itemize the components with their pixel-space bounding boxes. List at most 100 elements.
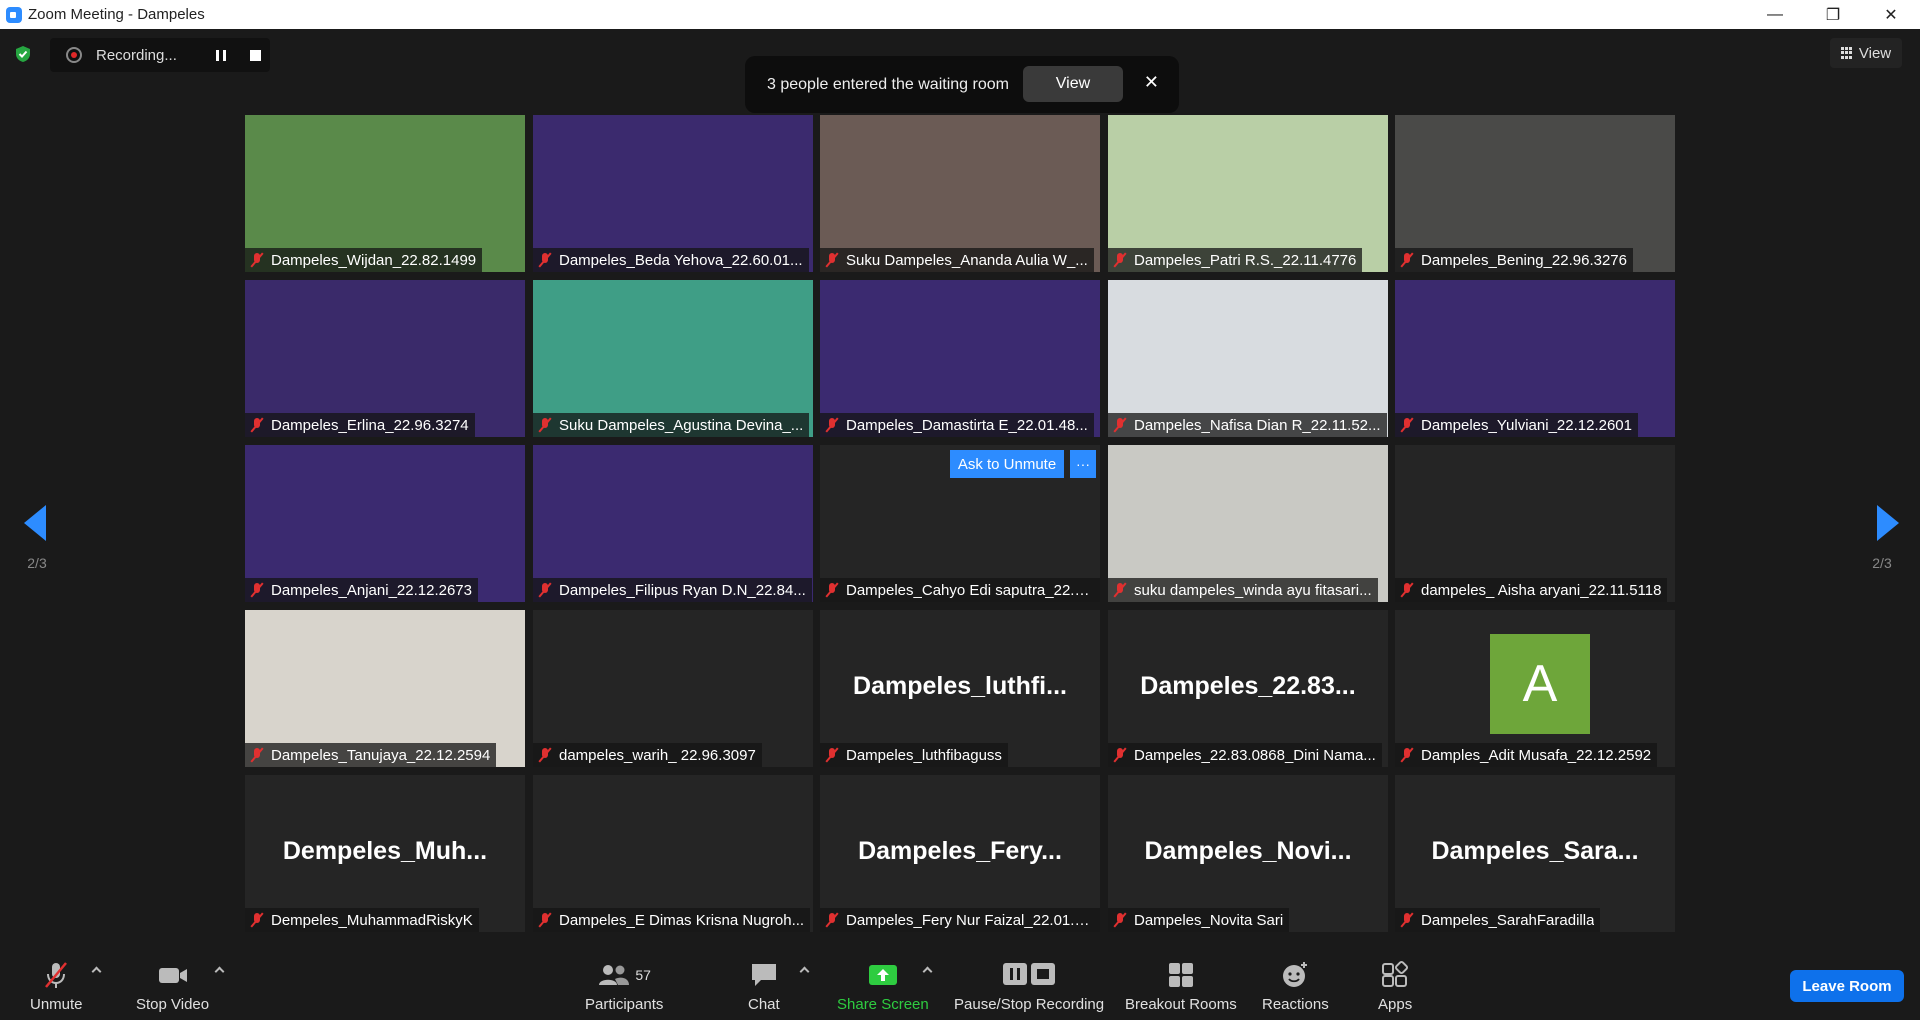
minimize-button[interactable]: — (1746, 0, 1804, 29)
share-screen-button[interactable]: Share Screen (837, 960, 929, 1013)
participant-tile[interactable]: Dampeles_Beda Yehova_22.60.01... (533, 115, 813, 272)
leave-room-button[interactable]: Leave Room (1790, 970, 1904, 1002)
participant-name: dampeles_ Aisha aryani_22.11.5118 (1421, 581, 1662, 599)
participant-tile[interactable]: Dampeles_Yulviani_22.12.2601 (1395, 280, 1675, 437)
participant-display-name: Dampeles_22.83... (1140, 672, 1356, 700)
participant-name: Dampeles_luthfibaguss (846, 746, 1002, 764)
participant-name-tag: dampeles_ Aisha aryani_22.11.5118 (1395, 578, 1668, 602)
apps-button[interactable]: Apps (1378, 960, 1412, 1013)
muted-mic-icon (824, 582, 840, 598)
participant-tile[interactable]: Dampeles_Novi... Dampeles_Novita Sari (1108, 775, 1388, 932)
stop-video-label: Stop Video (136, 996, 210, 1013)
muted-mic-icon (537, 252, 553, 268)
restore-button[interactable]: ❐ (1804, 0, 1862, 29)
muted-mic-icon (249, 747, 265, 763)
pause-recording-icon[interactable] (216, 50, 226, 61)
recording-dot-icon (66, 47, 82, 63)
participant-tile[interactable]: Dampeles_luthfi... Dampeles_luthfibaguss (820, 610, 1100, 767)
participant-tile[interactable]: Dampeles_Anjani_22.12.2673 (245, 445, 525, 602)
participant-name: Dampeles_Bening_22.96.3276 (1421, 251, 1627, 269)
share-screen-label: Share Screen (837, 996, 929, 1013)
participants-count: 57 (635, 967, 651, 983)
participant-tile[interactable]: Dampeles_Damastirta E_22.01.48... (820, 280, 1100, 437)
waiting-room-view-button[interactable]: View (1023, 66, 1123, 102)
participant-tile[interactable]: Dampeles_E Dimas Krisna Nugroh... (533, 775, 813, 932)
muted-mic-icon (537, 417, 553, 433)
participant-tile[interactable]: Dampeles_Erlina_22.96.3274 (245, 280, 525, 437)
audio-options-chevron-icon[interactable] (91, 966, 102, 977)
participant-tile[interactable]: dampeles_ Aisha aryani_22.11.5118 (1395, 445, 1675, 602)
participant-name-tag: Dampeles_Novita Sari (1108, 908, 1290, 932)
participant-tile[interactable]: Dampeles_Bening_22.96.3276 (1395, 115, 1675, 272)
reactions-smiley-icon (1280, 960, 1310, 990)
participants-button[interactable]: 57 Participants (585, 960, 663, 1013)
muted-mic-icon (1399, 252, 1415, 268)
participant-tile[interactable]: Dampeles_22.83... Dampeles_22.83.0868_Din… (1108, 610, 1388, 767)
grid-icon (1840, 47, 1853, 59)
participant-name-tag: dampeles_warih_ 22.96.3097 (533, 743, 762, 767)
participant-name: Dampeles_22.83.0868_Dini Nama... (1134, 746, 1376, 764)
participant-name: Dampeles_Anjani_22.12.2673 (271, 581, 472, 599)
pause-stop-icon (1001, 960, 1057, 990)
muted-mic-icon (249, 252, 265, 268)
participant-tile[interactable]: Dampeles_Sara... Dampeles_SarahFaradilla (1395, 775, 1675, 932)
previous-page-arrow-icon[interactable] (24, 505, 46, 541)
participant-name-tag: Dampeles_Erlina_22.96.3274 (245, 413, 475, 437)
chat-options-chevron-icon[interactable] (799, 966, 810, 977)
participant-display-name: Dampeles_Sara... (1431, 837, 1639, 865)
ask-to-unmute-button[interactable]: Ask to Unmute (950, 450, 1064, 478)
muted-mic-icon (249, 417, 265, 433)
reactions-button[interactable]: Reactions (1262, 960, 1329, 1013)
view-label: View (1858, 44, 1892, 62)
participant-tile[interactable]: Dampeles_Nafisa Dian R_22.11.52... (1108, 280, 1388, 437)
participant-name: Dampeles_Patri R.S._22.11.4776 (1134, 251, 1357, 269)
participant-name: Dampeles_Wijdan_22.82.1499 (271, 251, 477, 269)
participant-name: Dampeles_Yulviani_22.12.2601 (1421, 416, 1632, 434)
pause-stop-recording-button[interactable]: Pause/Stop Recording (954, 960, 1104, 1013)
participant-name: Dampeles_Novita Sari (1134, 911, 1284, 929)
participant-name-tag: Dampeles_Damastirta E_22.01.48... (820, 413, 1094, 437)
participant-tile[interactable]: dampeles_warih_ 22.96.3097 (533, 610, 813, 767)
muted-mic-icon (249, 912, 265, 928)
view-layout-button[interactable]: View (1830, 38, 1902, 68)
participant-tile[interactable]: Dampeles_Fery... Dampeles_Fery Nur Faizal… (820, 775, 1100, 932)
breakout-rooms-button[interactable]: Breakout Rooms (1125, 960, 1237, 1013)
participant-name: Dampeles_Fery Nur Faizal_22.01.4... (846, 911, 1094, 929)
participant-tile[interactable]: A Damples_Adit Musafa_22.12.2592 (1395, 610, 1675, 767)
chat-button[interactable]: Chat (748, 960, 780, 1013)
video-options-chevron-icon[interactable] (214, 966, 225, 977)
muted-mic-icon (249, 582, 265, 598)
recording-label: Recording... (96, 46, 177, 64)
participant-name-tag: Dampeles_Bening_22.96.3276 (1395, 248, 1633, 272)
participant-name-tag: Dampeles_Tanujaya_22.12.2594 (245, 743, 497, 767)
participant-tile[interactable]: Dampeles_Filipus Ryan D.N_22.84... (533, 445, 813, 602)
unmute-button[interactable]: Unmute (30, 960, 83, 1013)
close-icon[interactable]: ✕ (1144, 72, 1159, 93)
participant-name: Dampeles_Nafisa Dian R_22.11.52... (1134, 416, 1381, 434)
participant-tile[interactable]: Dempeles_Muh... Dempeles_MuhammadRiskyK (245, 775, 525, 932)
video-gallery-grid: Dampeles_Wijdan_22.82.1499 Dampeles_Beda … (245, 115, 1675, 933)
participant-tile[interactable]: suku dampeles_winda ayu fitasari... (1108, 445, 1388, 602)
security-shield-icon[interactable] (14, 45, 32, 63)
participant-tile[interactable]: Dampeles_Tanujaya_22.12.2594 (245, 610, 525, 767)
participant-tile[interactable]: Dampeles_Wijdan_22.82.1499 (245, 115, 525, 272)
stop-recording-icon[interactable] (250, 50, 261, 61)
participant-name: Suku Dampeles_Ananda Aulia W_... (846, 251, 1088, 269)
muted-mic-icon (1112, 912, 1128, 928)
participant-tile[interactable]: Suku Dampeles_Ananda Aulia W_... (820, 115, 1100, 272)
next-page-arrow-icon[interactable] (1877, 505, 1899, 541)
participant-tile[interactable]: Ask to Unmute ··· Dampeles_Cahyo Edi saput… (820, 445, 1100, 602)
close-window-button[interactable]: ✕ (1862, 0, 1920, 29)
video-camera-icon (157, 960, 189, 990)
stop-video-button[interactable]: Stop Video (136, 960, 209, 1013)
unmute-label: Unmute (30, 996, 83, 1013)
title-bar: Zoom Meeting - Dampeles — ❐ ✕ (0, 0, 1920, 29)
window-title: Zoom Meeting - Dampeles (28, 6, 205, 23)
participant-tile[interactable]: Dampeles_Patri R.S._22.11.4776 (1108, 115, 1388, 272)
more-options-icon[interactable]: ··· (1070, 450, 1096, 478)
participant-name-tag: Dampeles_luthfibaguss (820, 743, 1008, 767)
participant-tile[interactable]: Suku Dampeles_Agustina Devina_... (533, 280, 813, 437)
participant-name: Dampeles_E Dimas Krisna Nugroh... (559, 911, 805, 929)
participant-name: Dampeles_SarahFaradilla (1421, 911, 1595, 929)
muted-mic-icon (1399, 417, 1415, 433)
